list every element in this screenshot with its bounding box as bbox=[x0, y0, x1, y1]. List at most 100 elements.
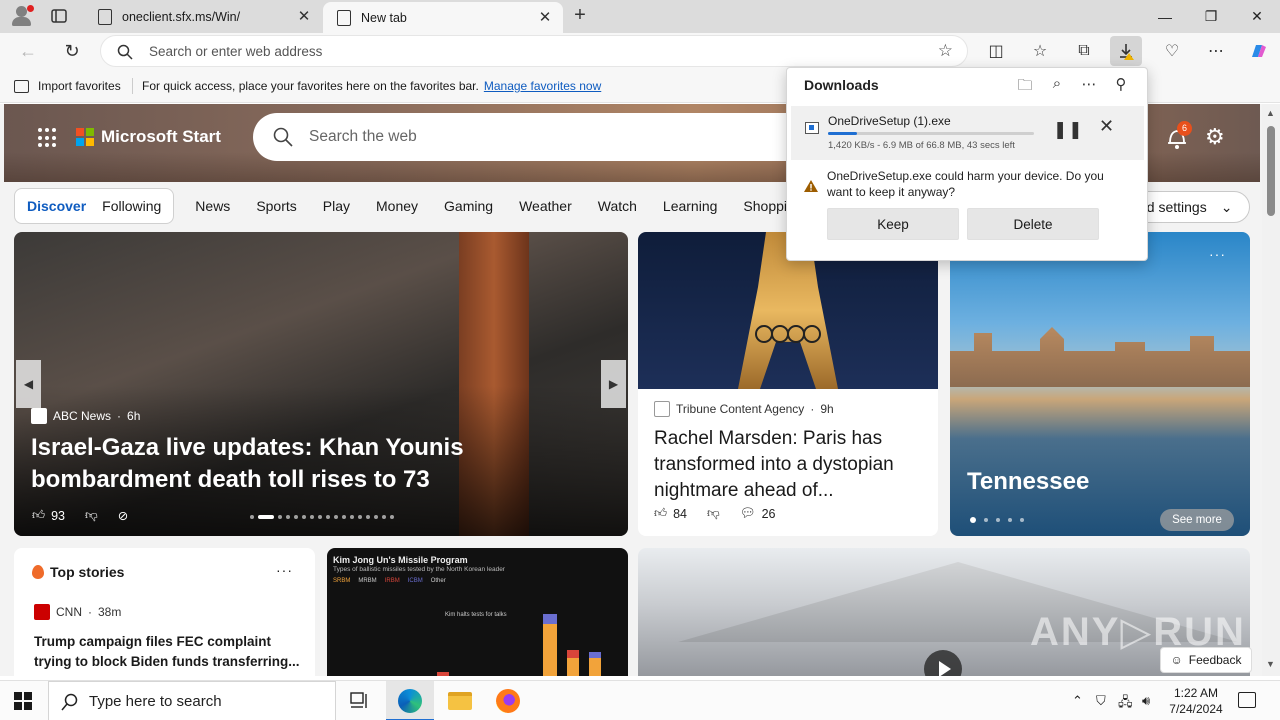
security-icon[interactable]: ⛉ bbox=[1096, 693, 1106, 709]
like-count: 93 bbox=[51, 508, 65, 523]
like-icon[interactable]: 👍︎ bbox=[654, 506, 667, 521]
story-card-paris[interactable]: Tribune Content Agency · 9h Rachel Marsd… bbox=[638, 232, 938, 536]
close-tab-icon[interactable]: ✕ bbox=[296, 8, 312, 25]
back-icon[interactable]: ← bbox=[13, 36, 43, 66]
copilot-icon[interactable] bbox=[1242, 36, 1274, 66]
tab-oneclient[interactable]: oneclient.sfx.ms/Win/ ✕ bbox=[84, 0, 322, 33]
carousel-dots bbox=[970, 517, 1024, 523]
split-screen-icon[interactable]: ◫ bbox=[980, 36, 1012, 66]
category-gaming[interactable]: Gaming bbox=[431, 198, 506, 214]
firefox-icon[interactable] bbox=[484, 681, 532, 720]
category-watch[interactable]: Watch bbox=[585, 198, 650, 214]
category-news[interactable]: News bbox=[182, 198, 243, 214]
scroll-thumb[interactable] bbox=[1267, 126, 1275, 216]
see-more-button[interactable]: See more bbox=[1160, 509, 1234, 531]
manage-favorites-link[interactable]: Manage favorites now bbox=[484, 79, 601, 93]
network-icon[interactable]: 🖧︎ bbox=[1118, 693, 1133, 715]
category-money[interactable]: Money bbox=[363, 198, 431, 214]
story-headline[interactable]: Trump campaign files FEC complaint tryin… bbox=[34, 632, 304, 672]
minimize-icon[interactable]: — bbox=[1142, 0, 1188, 33]
pause-icon[interactable]: ❚❚ bbox=[1053, 120, 1084, 140]
refresh-icon[interactable]: ↻ bbox=[57, 36, 87, 66]
keep-button[interactable]: Keep bbox=[827, 208, 959, 240]
flame-icon bbox=[32, 565, 44, 579]
taskbar-search-placeholder: Type here to search bbox=[89, 693, 222, 710]
browser-essentials-icon[interactable]: ♡ bbox=[1156, 36, 1188, 66]
windows-start-icon[interactable] bbox=[14, 692, 32, 710]
settings-more-icon[interactable]: ⋯ bbox=[1200, 36, 1232, 66]
tab-discover[interactable]: Discover bbox=[27, 198, 86, 214]
scroll-up-icon[interactable]: ▲ bbox=[1266, 108, 1275, 118]
downloads-icon[interactable] bbox=[1110, 36, 1142, 66]
title-bar: oneclient.sfx.ms/Win/ ✕ New tab ✕ + — ❐ … bbox=[0, 0, 1280, 33]
favorites-icon[interactable]: ☆ bbox=[1024, 36, 1056, 66]
story-card-tennessee[interactable]: ··· Tennessee See more bbox=[950, 232, 1250, 536]
category-sports[interactable]: Sports bbox=[243, 198, 309, 214]
dislike-icon[interactable]: 👎︎ bbox=[85, 508, 98, 523]
favorite-star-icon[interactable]: ☆ bbox=[938, 41, 953, 61]
story-age: 9h bbox=[820, 402, 834, 416]
profile-icon[interactable] bbox=[10, 5, 34, 27]
dislike-icon[interactable]: 👎︎ bbox=[707, 506, 720, 521]
story-headline[interactable]: Israel-Gaza live updates: Khan Younis bo… bbox=[31, 432, 621, 496]
task-view-icon[interactable] bbox=[336, 681, 384, 720]
new-tab-icon[interactable]: + bbox=[568, 5, 592, 27]
story-headline[interactable]: Rachel Marsden: Paris has transformed in… bbox=[654, 426, 929, 504]
tab-following[interactable]: Following bbox=[102, 198, 161, 214]
legend-other: Other bbox=[430, 578, 446, 584]
more-options-icon[interactable]: ··· bbox=[1209, 246, 1226, 262]
tab-actions-icon[interactable] bbox=[48, 6, 70, 26]
top-stories-title: Top stories bbox=[50, 564, 125, 580]
system-clock[interactable]: 1:22 AM 7/24/2024 bbox=[1162, 685, 1230, 717]
delete-button[interactable]: Delete bbox=[967, 208, 1099, 240]
category-learning[interactable]: Learning bbox=[650, 198, 731, 214]
volume-icon[interactable]: 🔊︎ bbox=[1142, 693, 1150, 709]
show-hidden-icons-icon[interactable]: ⌃ bbox=[1072, 693, 1083, 709]
close-tab-icon[interactable]: ✕ bbox=[537, 9, 553, 26]
more-options-icon[interactable]: ··· bbox=[276, 562, 293, 578]
pin-icon[interactable]: ⚲ bbox=[1111, 75, 1131, 100]
carousel-prev-icon[interactable]: ◀ bbox=[16, 360, 41, 408]
tab-new-tab[interactable]: New tab ✕ bbox=[323, 2, 563, 33]
collections-icon[interactable]: ⧉ bbox=[1068, 36, 1100, 66]
more-options-icon[interactable]: ⋯ bbox=[1079, 75, 1099, 100]
close-window-icon[interactable]: ✕ bbox=[1234, 0, 1280, 33]
vertical-scrollbar[interactable]: ▲ ▼ bbox=[1262, 104, 1280, 676]
carousel-next-icon[interactable]: ▶ bbox=[601, 360, 626, 408]
legend-irbm: IRBM bbox=[384, 578, 400, 584]
feedback-button[interactable]: ☺ Feedback bbox=[1160, 647, 1252, 673]
cancel-download-icon[interactable]: ✕ bbox=[1099, 116, 1114, 137]
story-source: Tribune Content Agency · 9h bbox=[654, 401, 834, 417]
category-weather[interactable]: Weather bbox=[506, 198, 585, 214]
notification-center-icon[interactable] bbox=[1238, 692, 1256, 708]
taskbar-search-box[interactable]: Type here to search bbox=[48, 681, 336, 720]
comment-icon[interactable]: 💬︎ bbox=[740, 506, 756, 521]
download-item[interactable]: OneDriveSetup (1).exe 1,420 KB/s - 6.9 M… bbox=[791, 106, 1144, 160]
like-icon[interactable]: 👍︎ bbox=[32, 508, 45, 523]
web-search-box[interactable]: Search the web bbox=[253, 113, 813, 161]
play-icon[interactable] bbox=[924, 650, 962, 676]
feed-tabs: Discover Following bbox=[14, 188, 175, 224]
edge-taskbar-icon[interactable] bbox=[386, 681, 434, 720]
scroll-down-icon[interactable]: ▼ bbox=[1266, 659, 1275, 669]
main-story-card[interactable]: ◀ ▶ ABC News · 6h Israel-Gaza live updat… bbox=[14, 232, 628, 536]
import-favorites-button[interactable]: Import favorites bbox=[14, 79, 121, 93]
brand-name[interactable]: Microsoft Start bbox=[101, 127, 221, 147]
address-placeholder: Search or enter web address bbox=[149, 44, 323, 59]
page-icon bbox=[98, 8, 112, 25]
open-folder-icon[interactable]: 🗀 bbox=[1015, 75, 1035, 100]
legend-mrbm: MRBM bbox=[358, 578, 377, 584]
story-title[interactable]: Tennessee bbox=[967, 468, 1089, 496]
search-downloads-icon[interactable]: ⌕ bbox=[1047, 75, 1067, 100]
story-card-missile-chart[interactable]: Kim Jong Un's Missile Program Types of b… bbox=[327, 548, 628, 676]
app-launcher-icon[interactable] bbox=[38, 128, 58, 148]
page-settings-icon[interactable]: ⚙ bbox=[1205, 124, 1225, 150]
favorites-hint: For quick access, place your favorites h… bbox=[142, 79, 601, 93]
address-bar[interactable]: Search or enter web address ☆ bbox=[100, 35, 968, 67]
hide-icon[interactable]: ⊘ bbox=[118, 508, 128, 523]
restore-icon[interactable]: ❐ bbox=[1188, 0, 1234, 33]
story-reactions: 👍︎ 93 👎︎ ⊘ bbox=[32, 508, 128, 523]
file-explorer-icon[interactable] bbox=[436, 681, 484, 720]
story-reactions: 👍︎ 84 👎︎ 💬︎ 26 bbox=[654, 506, 775, 521]
category-play[interactable]: Play bbox=[310, 198, 363, 214]
